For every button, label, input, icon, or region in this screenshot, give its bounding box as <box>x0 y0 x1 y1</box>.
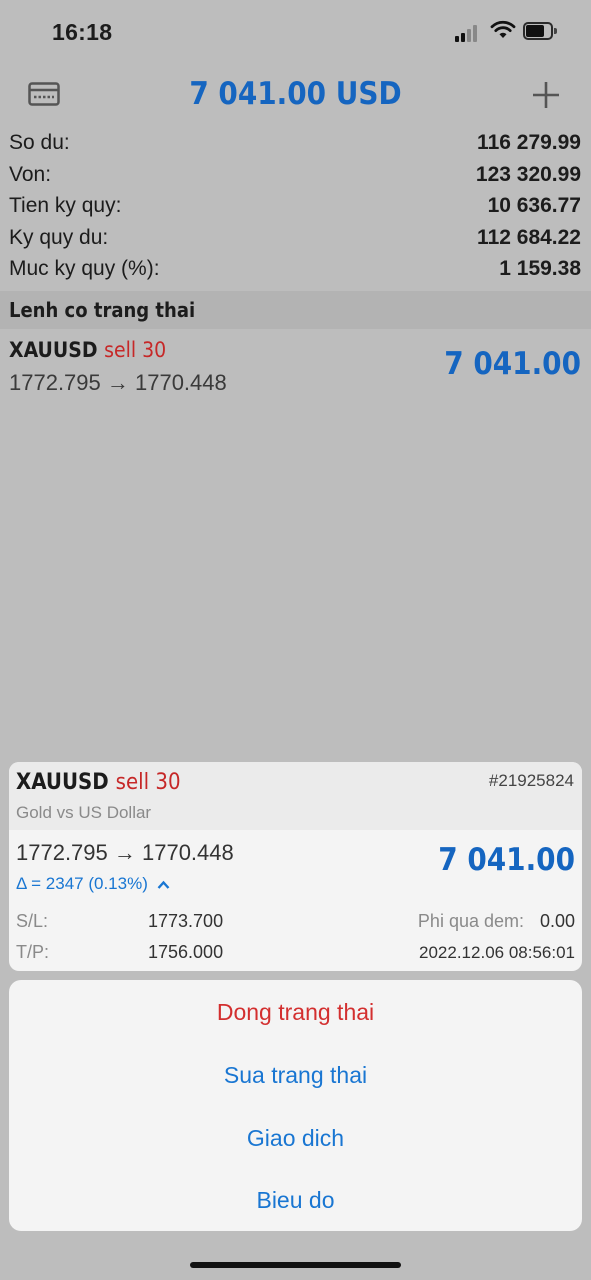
cellular-signal-icon <box>455 24 483 42</box>
action-sheet: Dong trang thai Sua trang thai Giao dich… <box>9 980 582 1231</box>
swap-value: 0.00 <box>539 911 575 931</box>
margin-level-row: Muc ky quy (%): 1 159.38 <box>0 254 591 286</box>
detail-description: Gold vs US Dollar <box>16 803 152 822</box>
home-indicator[interactable] <box>190 1262 401 1268</box>
margin-label: Tien ky quy: <box>9 194 122 217</box>
detail-side: sell 30 <box>115 770 181 795</box>
detail-symbol: XAUUSD <box>16 770 109 795</box>
margin-level-value: 1 159.38 <box>499 257 581 280</box>
chevron-up-icon <box>157 880 169 889</box>
margin-level-label: Muc ky quy (%): <box>9 257 160 280</box>
tp-label: T/P: <box>16 942 50 962</box>
top-bar: 7 041.00 USD <box>0 64 591 128</box>
balance-label: So du: <box>9 131 70 154</box>
trade-button[interactable]: Giao dich <box>9 1125 582 1152</box>
position-profit: 7 041.00 <box>444 346 581 382</box>
position-symbol: XAUUSD <box>9 338 98 362</box>
free-margin-row: Ky quy du: 112 684.22 <box>0 223 591 255</box>
equity-value: 123 320.99 <box>475 162 581 186</box>
positions-section-header: Lenh co trang thai <box>0 291 591 329</box>
status-time: 16:18 <box>52 19 113 45</box>
tp-value: 1756.000 <box>148 942 224 962</box>
position-detail-card: XAUUSD sell 30 #21925824 Gold vs US Doll… <box>9 762 582 971</box>
battery-icon <box>523 22 557 42</box>
plus-icon[interactable] <box>531 80 561 110</box>
equity-row: Von: 123 320.99 <box>0 160 591 192</box>
detail-header: XAUUSD sell 30 #21925824 Gold vs US Doll… <box>9 762 582 830</box>
detail-delta: Δ = 2347 (0.13%) <box>16 874 148 893</box>
close-position-button[interactable]: Dong trang thai <box>9 999 582 1026</box>
page-title: 7 041.00 USD <box>189 76 402 112</box>
equity-label: Von: <box>9 162 52 186</box>
modify-position-button[interactable]: Sua trang thai <box>9 1062 582 1089</box>
position-symbol-line: XAUUSD sell 30 <box>9 338 166 362</box>
detail-symbol-line: XAUUSD sell 30 <box>16 770 181 795</box>
wifi-icon <box>490 20 516 38</box>
status-bar: 16:18 <box>0 0 591 64</box>
open-time: 2022.12.06 08:56:01 <box>419 943 575 962</box>
detail-delta-line: Δ = 2347 (0.13%) <box>16 874 170 894</box>
position-prices: 1772.795 → 1770.448 <box>9 370 227 395</box>
chart-button[interactable]: Bieu do <box>9 1187 582 1214</box>
detail-profit: 7 041.00 <box>438 842 575 878</box>
section-title: Lenh co trang thai <box>9 298 196 322</box>
detail-prices: 1772.795 → 1770.448 <box>16 840 234 865</box>
margin-row: Tien ky quy: 10 636.77 <box>0 191 591 223</box>
swap-label: Phi qua dem: <box>417 911 524 931</box>
detail-ticket: #21925824 <box>488 771 574 790</box>
sl-value: 1773.700 <box>148 911 224 931</box>
position-side: sell 30 <box>104 338 167 362</box>
balance-row: So du: 116 279.99 <box>0 128 591 160</box>
margin-value: 10 636.77 <box>487 194 581 217</box>
sl-label: S/L: <box>16 911 49 931</box>
account-summary: So du: 116 279.99 Von: 123 320.99 Tien k… <box>0 128 591 286</box>
free-margin-label: Ky quy du: <box>9 225 109 249</box>
position-row[interactable]: XAUUSD sell 30 1772.795 → 1770.448 7 041… <box>0 332 591 402</box>
balance-value: 116 279.99 <box>477 131 581 154</box>
free-margin-value: 112 684.22 <box>477 225 581 249</box>
